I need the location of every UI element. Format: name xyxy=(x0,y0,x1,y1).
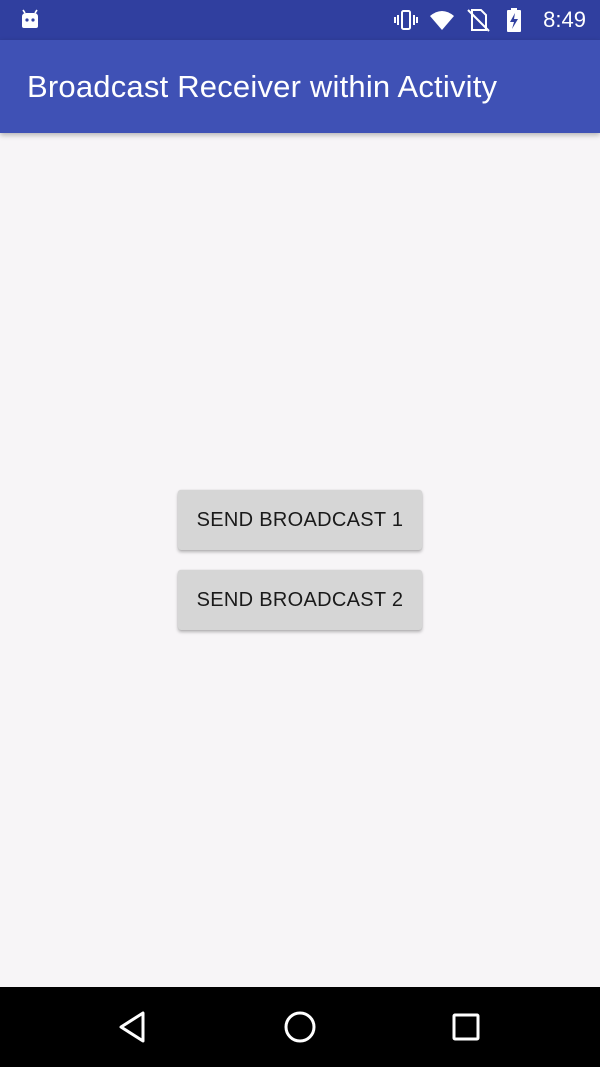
android-debug-icon xyxy=(18,8,42,32)
status-icons: 8:49 xyxy=(393,0,586,40)
send-broadcast-2-button[interactable]: SEND BROADCAST 2 xyxy=(178,570,422,630)
main-content: SEND BROADCAST 1 SEND BROADCAST 2 xyxy=(0,133,600,987)
app-title: Broadcast Receiver within Activity xyxy=(27,68,498,104)
send-broadcast-1-button[interactable]: SEND BROADCAST 1 xyxy=(178,490,422,550)
no-sim-icon xyxy=(465,7,491,33)
vibrate-icon xyxy=(393,7,419,33)
wifi-icon xyxy=(429,7,455,33)
app-bar: Broadcast Receiver within Activity xyxy=(0,40,600,133)
home-icon[interactable] xyxy=(280,1007,320,1047)
navigation-bar xyxy=(0,987,600,1067)
status-time: 8:49 xyxy=(543,7,586,32)
status-bar: 8:49 xyxy=(0,0,600,40)
battery-charging-icon xyxy=(501,7,527,33)
back-icon[interactable] xyxy=(114,1007,154,1047)
recents-icon[interactable] xyxy=(446,1007,486,1047)
